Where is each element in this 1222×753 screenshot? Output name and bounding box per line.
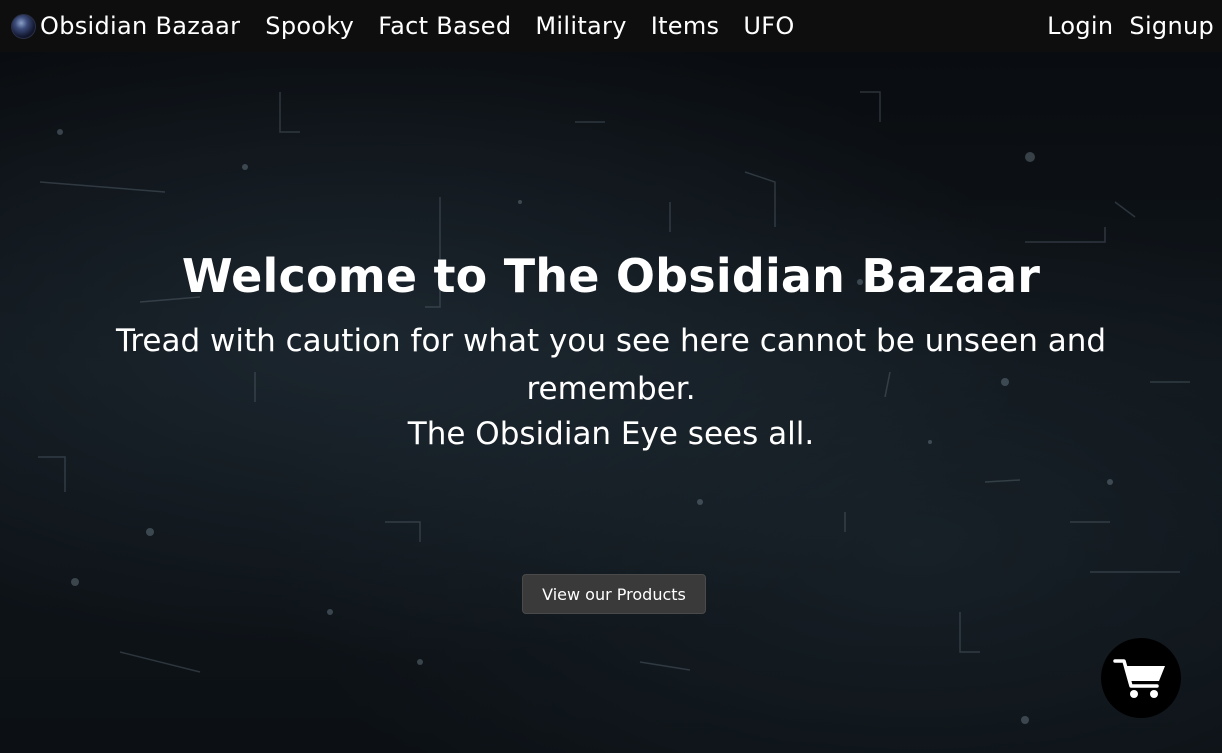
auth-links: Login Signup	[1047, 12, 1214, 40]
nav-links: Spooky Fact Based Military Items UFO	[265, 12, 794, 40]
nav-link-military[interactable]: Military	[535, 12, 626, 40]
shopping-cart-icon	[1113, 659, 1165, 698]
cart-button[interactable]	[1101, 638, 1181, 718]
hero-title: Welcome to The Obsidian Bazaar	[181, 249, 1041, 303]
view-products-button[interactable]: View our Products	[522, 574, 706, 614]
nav-link-items[interactable]: Items	[651, 12, 720, 40]
signup-link[interactable]: Signup	[1129, 12, 1214, 40]
nav-link-ufo[interactable]: UFO	[743, 12, 794, 40]
hero-section: Welcome to The Obsidian Bazaar Tread wit…	[0, 52, 1222, 753]
obsidian-orb-icon	[11, 13, 36, 39]
nav-link-fact-based[interactable]: Fact Based	[378, 12, 511, 40]
nav-link-spooky[interactable]: Spooky	[265, 12, 354, 40]
hero-tagline: The Obsidian Eye sees all.	[407, 416, 815, 452]
hero-subtitle: Tread with caution for what you see here…	[115, 323, 1107, 407]
brand-label: Obsidian Bazaar	[40, 12, 241, 40]
login-link[interactable]: Login	[1047, 12, 1113, 40]
brand-link[interactable]: Obsidian Bazaar	[11, 12, 240, 40]
top-navbar: Obsidian Bazaar Spooky Fact Based Milita…	[0, 0, 1222, 52]
